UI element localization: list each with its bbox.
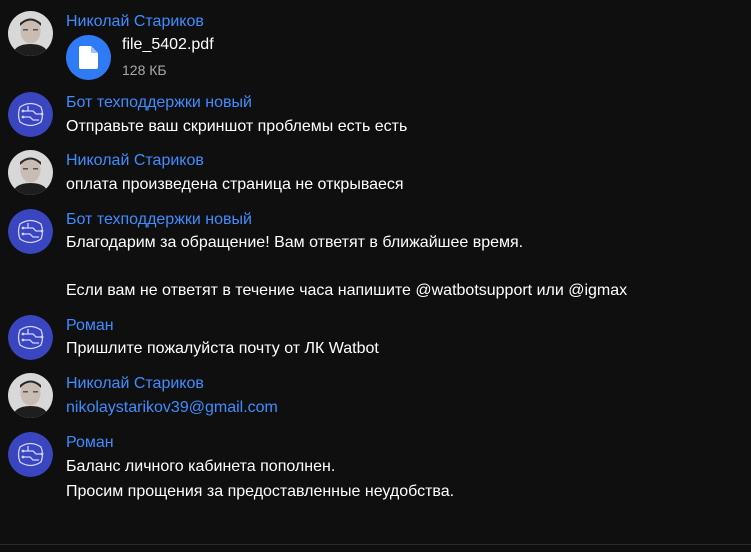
user-photo-icon — [8, 373, 53, 418]
file-download-button[interactable] — [66, 35, 111, 80]
chat-message-list: Николай Стариков file_5402.pdf 128 КБ Бо… — [0, 0, 751, 552]
message-author[interactable]: Роман — [66, 433, 114, 453]
bot-avatar[interactable] — [8, 315, 53, 360]
file-name[interactable]: file_5402.pdf — [122, 34, 214, 56]
document-icon — [79, 46, 98, 69]
message-text: Просим прощения за предоставленные неудо… — [66, 483, 455, 500]
bot-circuit-icon — [8, 315, 53, 360]
message-author[interactable]: Бот техподдержки новый — [66, 210, 252, 230]
file-size: 128 КБ — [122, 62, 167, 78]
message-text: Благодарим за обращение! Вам ответят в б… — [66, 234, 524, 251]
message-text: оплата произведена страница не открываес… — [66, 176, 404, 193]
user-photo-icon — [8, 150, 53, 195]
message-author[interactable]: Николай Стариков — [66, 151, 204, 171]
bot-circuit-icon — [8, 432, 53, 477]
user-avatar[interactable] — [8, 11, 53, 56]
message-author[interactable]: Бот техподдержки новый — [66, 93, 252, 113]
divider — [0, 544, 751, 545]
user-avatar[interactable] — [8, 373, 53, 418]
message-text: Пришлите пожалуйста почту от ЛК Watbot — [66, 340, 379, 357]
bot-avatar[interactable] — [8, 209, 53, 254]
message-author[interactable]: Николай Стариков — [66, 374, 204, 394]
message-text: Если вам не ответят в течение часа напиш… — [66, 282, 628, 299]
user-avatar[interactable] — [8, 150, 53, 195]
message-author[interactable]: Роман — [66, 316, 114, 336]
message-text: Отправьте ваш скриншот проблемы есть ест… — [66, 118, 408, 135]
message-text: Баланс личного кабинета пополнен. — [66, 458, 336, 475]
bot-avatar[interactable] — [8, 92, 53, 137]
user-photo-icon — [8, 11, 53, 56]
bot-avatar[interactable] — [8, 432, 53, 477]
bot-circuit-icon — [8, 209, 53, 254]
email-link[interactable]: nikolaystarikov39@gmail.com — [66, 396, 278, 420]
message-author[interactable]: Николай Стариков — [66, 12, 204, 32]
bot-circuit-icon — [8, 92, 53, 137]
